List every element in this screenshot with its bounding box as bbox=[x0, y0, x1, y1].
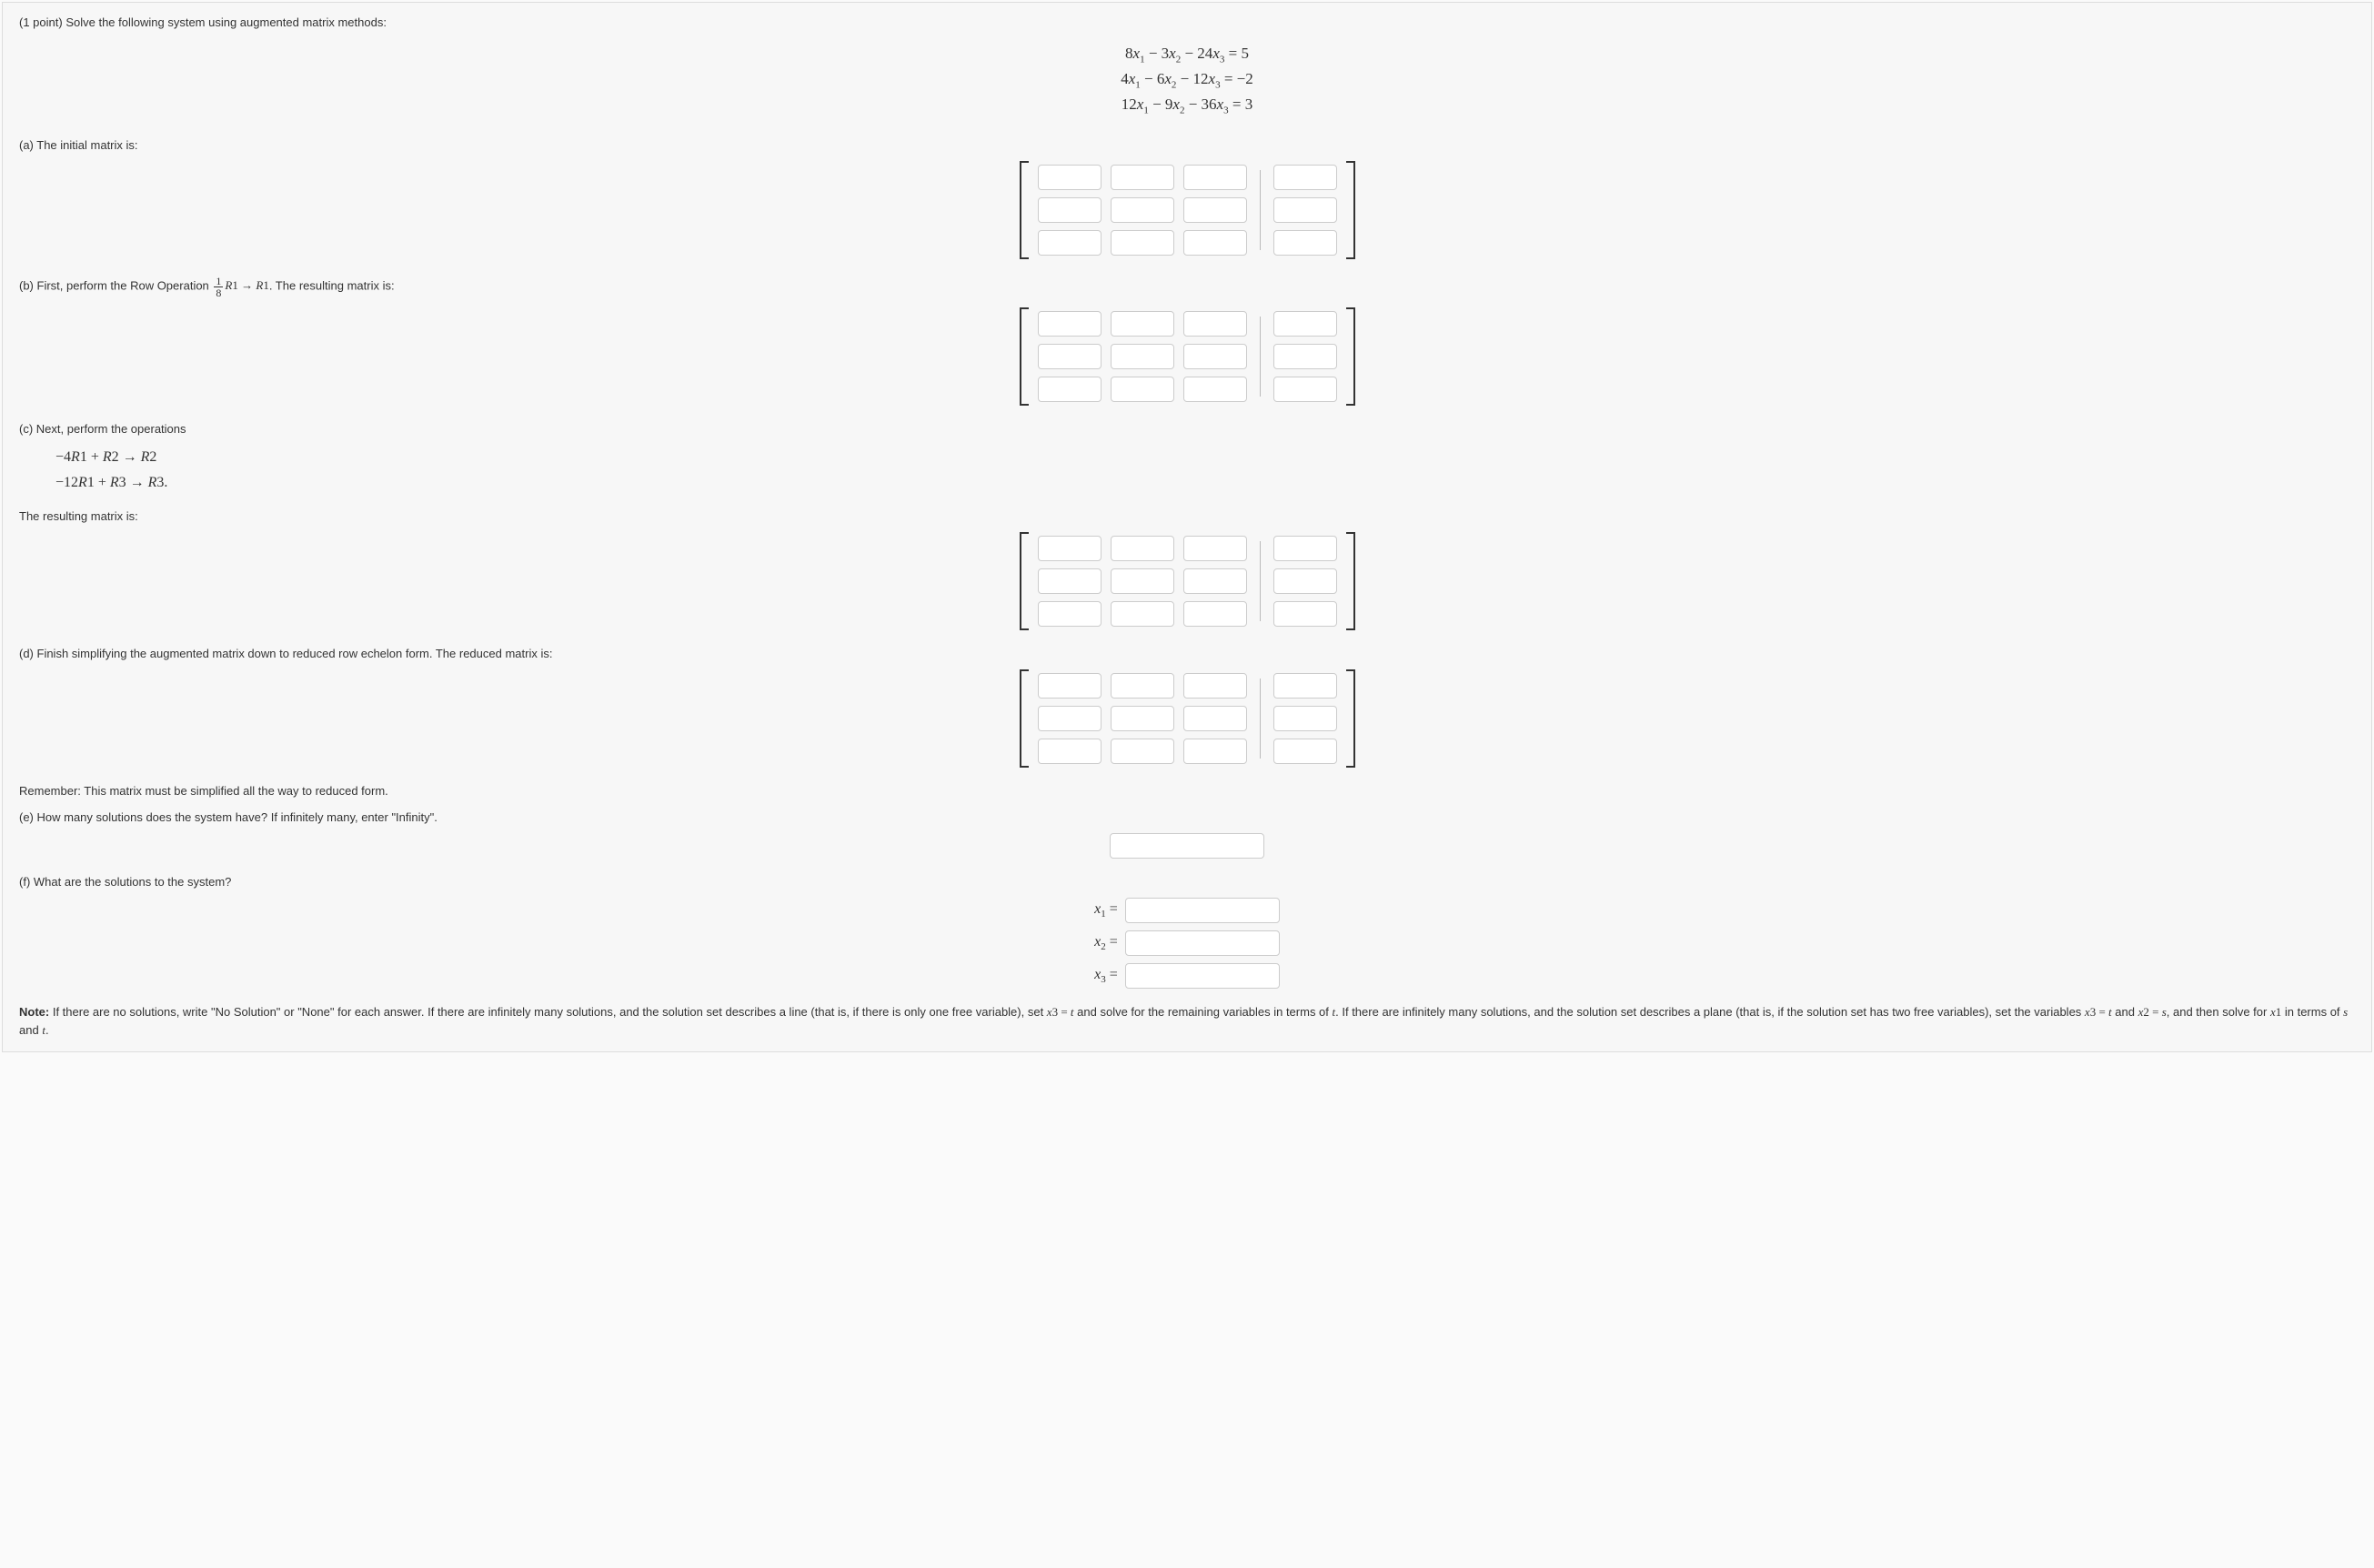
matrix-b-r1c2[interactable] bbox=[1111, 311, 1174, 337]
matrix-a-r3c1[interactable] bbox=[1038, 230, 1101, 256]
matrix-a-r2c1[interactable] bbox=[1038, 197, 1101, 223]
note-text: If there are no solutions, write "No Sol… bbox=[19, 1005, 2348, 1037]
matrix-a-r3c4[interactable] bbox=[1273, 230, 1337, 256]
part-b-suffix: . The resulting matrix is: bbox=[269, 278, 395, 292]
solutions-count-input[interactable] bbox=[1110, 833, 1264, 859]
part-d-reminder: Remember: This matrix must be simplified… bbox=[19, 784, 2355, 798]
part-e-label: (e) How many solutions does the system h… bbox=[19, 810, 2355, 824]
x3-label: x3 = bbox=[1094, 967, 1118, 985]
matrix-b-r3c1[interactable] bbox=[1038, 377, 1101, 402]
equation-2: 4x1 − 6x2 − 12x3 = −2 bbox=[19, 67, 2355, 93]
x2-label: x2 = bbox=[1094, 934, 1118, 952]
matrix-a-r3c3[interactable] bbox=[1183, 230, 1247, 256]
part-b-label: (b) First, perform the Row Operation 18R… bbox=[19, 276, 2355, 298]
part-b-prefix: (b) First, perform the Row Operation bbox=[19, 278, 212, 292]
op-2: −12R1 + R3 → R3. bbox=[55, 470, 2355, 497]
augment-divider bbox=[1260, 678, 1261, 759]
equation-1: 8x1 − 3x2 − 24x3 = 5 bbox=[19, 42, 2355, 67]
matrix-b-r3c4[interactable] bbox=[1273, 377, 1337, 402]
matrix-d-r1c3[interactable] bbox=[1183, 673, 1247, 699]
matrix-c-r1c4[interactable] bbox=[1273, 536, 1337, 561]
matrix-c-r3c2[interactable] bbox=[1111, 601, 1174, 627]
matrix-b-r2c3[interactable] bbox=[1183, 344, 1247, 369]
equation-system: 8x1 − 3x2 − 24x3 = 5 4x1 − 6x2 − 12x3 = … bbox=[19, 42, 2355, 118]
matrix-a-r1c1[interactable] bbox=[1038, 165, 1101, 190]
matrix-d-r3c2[interactable] bbox=[1111, 739, 1174, 764]
matrix-b-r3c2[interactable] bbox=[1111, 377, 1174, 402]
note-block: Note: If there are no solutions, write "… bbox=[19, 1003, 2355, 1039]
matrix-b-r2c1[interactable] bbox=[1038, 344, 1101, 369]
matrix-c-r2c1[interactable] bbox=[1038, 568, 1101, 594]
matrix-c-r3c3[interactable] bbox=[1183, 601, 1247, 627]
matrix-c-r3c1[interactable] bbox=[1038, 601, 1101, 627]
note-bold: Note: bbox=[19, 1005, 49, 1019]
x3-input[interactable] bbox=[1125, 963, 1280, 989]
matrix-a-r1c4[interactable] bbox=[1273, 165, 1337, 190]
matrix-d-r2c3[interactable] bbox=[1183, 706, 1247, 731]
matrix-d-r2c2[interactable] bbox=[1111, 706, 1174, 731]
x1-label: x1 = bbox=[1094, 901, 1118, 920]
problem-container: (1 point) Solve the following system usi… bbox=[2, 2, 2372, 1052]
matrix-c-r2c3[interactable] bbox=[1183, 568, 1247, 594]
matrix-b-r3c3[interactable] bbox=[1183, 377, 1247, 402]
matrix-d-r2c4[interactable] bbox=[1273, 706, 1337, 731]
matrix-a-r2c4[interactable] bbox=[1273, 197, 1337, 223]
matrix-d-r3c4[interactable] bbox=[1273, 739, 1337, 764]
augment-divider bbox=[1260, 170, 1261, 250]
matrix-d-r1c2[interactable] bbox=[1111, 673, 1174, 699]
part-c-intro: (c) Next, perform the operations bbox=[19, 422, 2355, 436]
matrix-d-r3c1[interactable] bbox=[1038, 739, 1101, 764]
matrix-a bbox=[19, 161, 2355, 259]
x2-input[interactable] bbox=[1125, 930, 1280, 956]
prompt-text: Solve the following system using augment… bbox=[65, 15, 387, 29]
frac-den: 8 bbox=[214, 287, 223, 298]
matrix-c-r3c4[interactable] bbox=[1273, 601, 1337, 627]
matrix-b bbox=[19, 307, 2355, 406]
matrix-d-r3c3[interactable] bbox=[1183, 739, 1247, 764]
part-c-ops: −4R1 + R2 → R2 −12R1 + R3 → R3. bbox=[55, 445, 2355, 498]
augment-divider bbox=[1260, 317, 1261, 397]
frac-num: 1 bbox=[214, 276, 223, 287]
problem-prompt: (1 point) Solve the following system usi… bbox=[19, 15, 2355, 29]
part-f-label: (f) What are the solutions to the system… bbox=[19, 875, 2355, 889]
matrix-d-r2c1[interactable] bbox=[1038, 706, 1101, 731]
matrix-c bbox=[19, 532, 2355, 630]
matrix-d-r1c1[interactable] bbox=[1038, 673, 1101, 699]
part-d-label: (d) Finish simplifying the augmented mat… bbox=[19, 647, 2355, 660]
augment-divider bbox=[1260, 541, 1261, 621]
matrix-a-r2c3[interactable] bbox=[1183, 197, 1247, 223]
matrix-c-r2c2[interactable] bbox=[1111, 568, 1174, 594]
matrix-a-r2c2[interactable] bbox=[1111, 197, 1174, 223]
part-a-label: (a) The initial matrix is: bbox=[19, 138, 2355, 152]
matrix-a-r1c3[interactable] bbox=[1183, 165, 1247, 190]
matrix-d bbox=[19, 669, 2355, 768]
x1-input[interactable] bbox=[1125, 898, 1280, 923]
matrix-b-r1c4[interactable] bbox=[1273, 311, 1337, 337]
matrix-c-r1c1[interactable] bbox=[1038, 536, 1101, 561]
equation-3: 12x1 − 9x2 − 36x3 = 3 bbox=[19, 93, 2355, 118]
op-1: −4R1 + R2 → R2 bbox=[55, 445, 2355, 471]
matrix-a-r3c2[interactable] bbox=[1111, 230, 1174, 256]
matrix-b-r1c3[interactable] bbox=[1183, 311, 1247, 337]
matrix-c-r2c4[interactable] bbox=[1273, 568, 1337, 594]
matrix-b-r2c2[interactable] bbox=[1111, 344, 1174, 369]
points-label: (1 point) bbox=[19, 15, 63, 29]
matrix-a-r1c2[interactable] bbox=[1111, 165, 1174, 190]
part-c-result-label: The resulting matrix is: bbox=[19, 509, 2355, 523]
matrix-c-r1c3[interactable] bbox=[1183, 536, 1247, 561]
matrix-c-r1c2[interactable] bbox=[1111, 536, 1174, 561]
matrix-b-r1c1[interactable] bbox=[1038, 311, 1101, 337]
matrix-b-r2c4[interactable] bbox=[1273, 344, 1337, 369]
matrix-d-r1c4[interactable] bbox=[1273, 673, 1337, 699]
solutions-block: x1 = x2 = x3 = bbox=[19, 898, 2355, 989]
